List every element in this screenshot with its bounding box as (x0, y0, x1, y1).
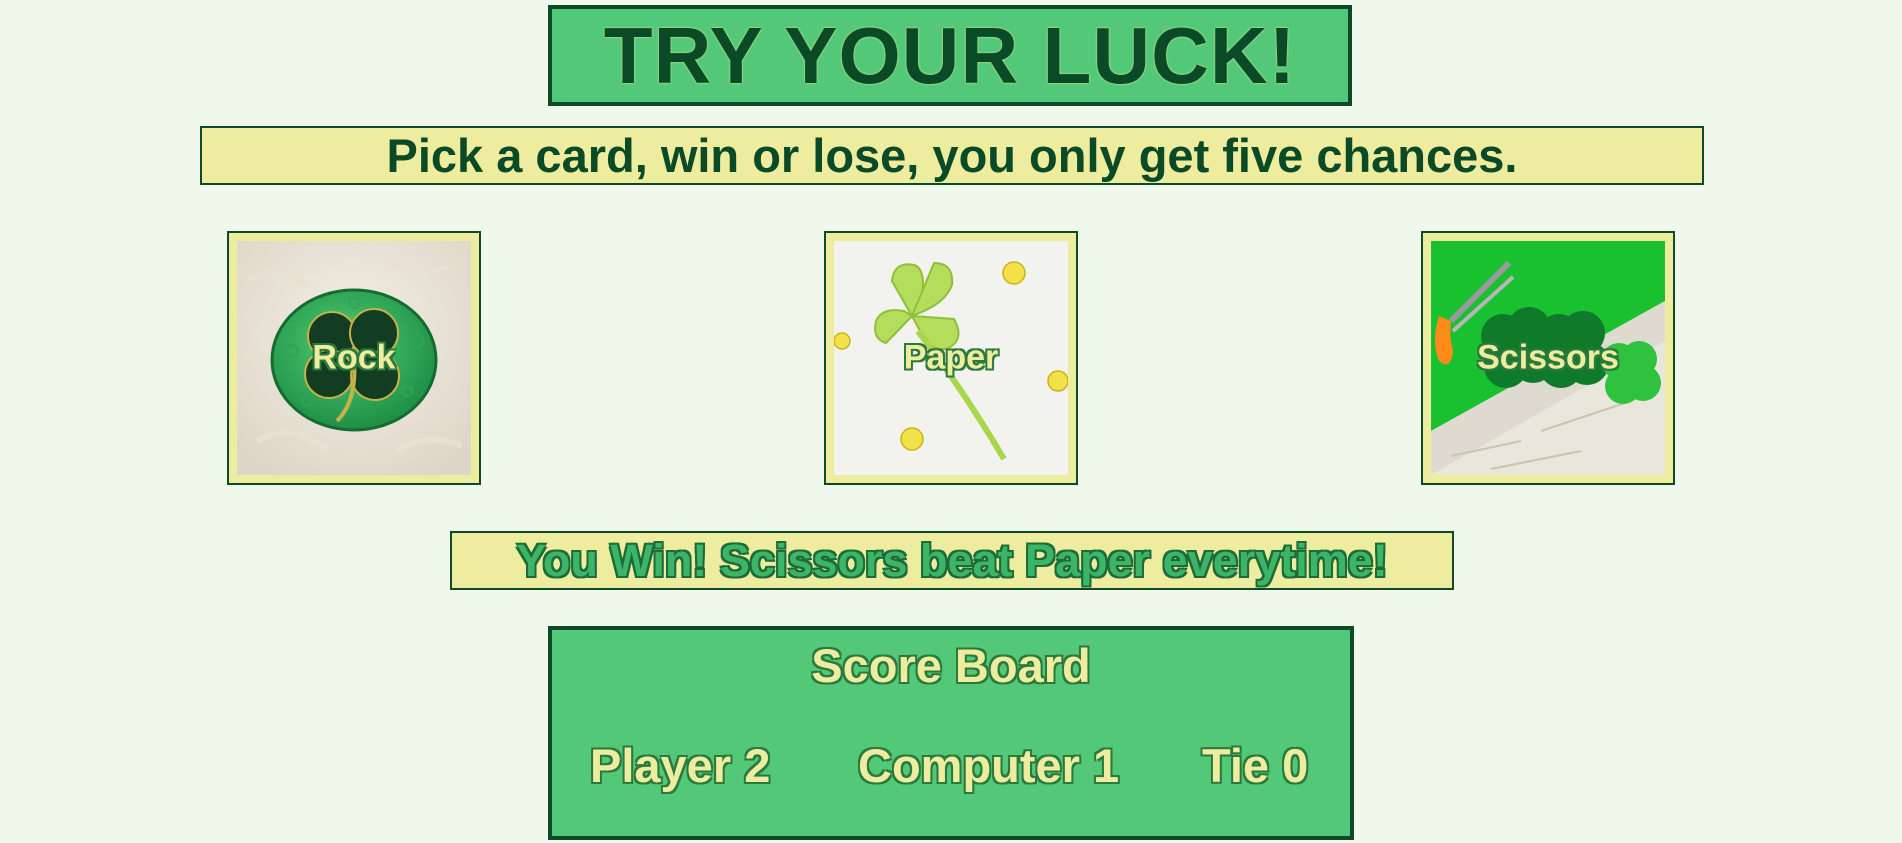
player-score-value: 2 (744, 739, 771, 792)
tie-score-value: 0 (1282, 739, 1309, 792)
tie-score: Tie 0 (1202, 738, 1308, 793)
instructions-text: Pick a card, win or lose, you only get f… (386, 129, 1518, 182)
scoreboard-title: Score Board (811, 639, 1091, 692)
scissors-image: Scissors (1431, 241, 1665, 475)
computer-score-label: Computer (858, 739, 1080, 792)
rock-label: Rock (312, 338, 396, 377)
page-title: TRY YOUR LUCK! (603, 10, 1297, 100)
scissors-label: Scissors (1477, 338, 1619, 377)
player-score: Player 2 (590, 738, 770, 793)
computer-score-value: 1 (1093, 739, 1120, 792)
title-banner: TRY YOUR LUCK! (548, 5, 1352, 106)
paper-label: Paper (903, 338, 999, 377)
result-message: You Win! Scissors beat Paper everytime! (516, 534, 1388, 586)
scissors-card[interactable]: Scissors (1421, 231, 1675, 485)
instructions-banner: Pick a card, win or lose, you only get f… (200, 126, 1704, 185)
rock-image: Rock (237, 241, 471, 475)
paper-card[interactable]: Paper (824, 231, 1078, 485)
scoreboard: Score Board Player 2 Computer 1 Tie 0 (548, 626, 1354, 840)
computer-score: Computer 1 (858, 738, 1119, 793)
rock-card[interactable]: Rock (227, 231, 481, 485)
tie-score-label: Tie (1202, 739, 1270, 792)
paper-image: Paper (834, 241, 1068, 475)
result-banner: You Win! Scissors beat Paper everytime! (450, 531, 1454, 590)
player-score-label: Player (590, 739, 732, 792)
